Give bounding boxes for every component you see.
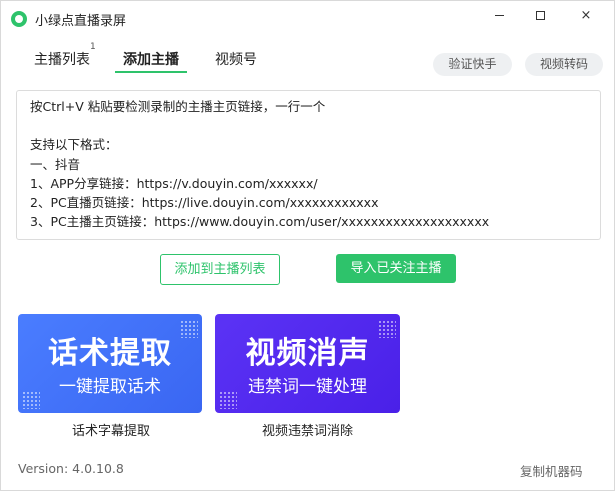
video-transcode-button[interactable]: 视频转码	[525, 53, 603, 76]
input-line: 3、PC主播主页链接：https://www.douyin.com/user/x…	[30, 214, 490, 230]
card-title: 话术提取	[48, 336, 172, 371]
input-line: 一、抖音	[30, 156, 81, 172]
window-title: 小绿点直播录屏	[35, 14, 127, 29]
input-line: 2、PC直播页链接：https://live.douyin.com/xxxxxx…	[30, 194, 379, 210]
minimize-icon	[494, 15, 504, 16]
link-input-textarea[interactable]: 按Ctrl+V 粘贴要检测录制的主播主页链接，一行一个 支持以下格式： 一、抖音…	[16, 90, 601, 240]
active-tab-indicator	[115, 71, 187, 73]
input-line: 支持以下格式：	[30, 137, 118, 153]
version-label: Version: 4.0.10.8	[18, 461, 124, 476]
card-title: 视频消声	[245, 336, 370, 371]
video-mute-card[interactable]: 视频消声 违禁词一键处理	[215, 314, 400, 413]
add-to-list-button[interactable]: 添加到主播列表	[160, 254, 280, 285]
card-caption: 视频违禁词消除	[262, 424, 354, 439]
card-subtitle: 违禁词一键处理	[248, 377, 367, 397]
card-caption: 话术字幕提取	[72, 424, 151, 439]
maximize-icon	[535, 11, 545, 20]
close-icon: ×	[580, 8, 592, 23]
tab-badge: 1	[90, 42, 96, 52]
input-line: 1、APP分享链接：https://v.douyin.com/xxxxxx/	[30, 175, 318, 191]
import-followed-button[interactable]: 导入已关注主播	[336, 254, 456, 283]
card-subtitle: 一键提取话术	[59, 377, 161, 397]
verify-kuaishou-button[interactable]: 验证快手	[433, 53, 512, 76]
title-bar: 小绿点直播录屏 ×	[1, 1, 614, 35]
minimize-button[interactable]	[485, 5, 513, 27]
maximize-button[interactable]	[526, 5, 554, 27]
app-logo-icon	[11, 11, 27, 27]
app-window: 小绿点直播录屏 × 主播列表 1 添加主播 视频号 验证快手 视频转码 按Ctr…	[0, 0, 615, 491]
speech-extract-card[interactable]: 话术提取 一键提取话术	[18, 314, 202, 413]
tab-add-streamer[interactable]: 添加主播	[123, 49, 179, 69]
close-button[interactable]: ×	[572, 5, 600, 27]
copy-machine-code-link[interactable]: 复制机器码	[520, 461, 583, 480]
tab-streamer-list[interactable]: 主播列表	[34, 49, 90, 69]
input-line	[30, 116, 587, 135]
input-line: 按Ctrl+V 粘贴要检测录制的主播主页链接，一行一个	[30, 99, 326, 114]
tab-video-account[interactable]: 视频号	[215, 49, 257, 69]
